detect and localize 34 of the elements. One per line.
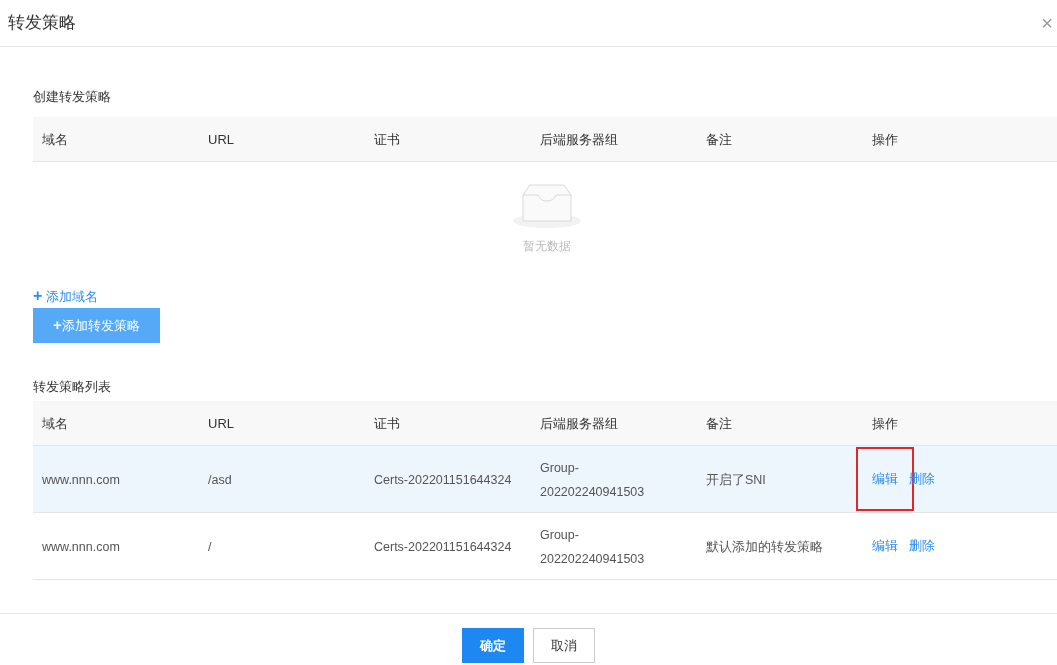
column-header: URL [208, 131, 234, 147]
add-policy-button[interactable]: +添加转发策略 [33, 307, 160, 343]
column-header: URL [208, 416, 234, 431]
dialog-title: 转发策略 [8, 12, 76, 35]
column-header: 后端服务器组 [540, 131, 618, 147]
table-cell: / [208, 540, 212, 554]
edit-link[interactable]: 编辑 [872, 536, 898, 556]
table-cell: Certs-202201151644324 [374, 540, 512, 554]
section-title: 创建转发策略 [33, 88, 112, 106]
table-cell: www.nnn.com [42, 540, 120, 554]
table-cell: Group- 202202240941503 [540, 461, 645, 499]
column-header: 证书 [374, 416, 400, 431]
confirm-button[interactable]: 确定 [462, 628, 524, 663]
empty-inbox-icon [512, 183, 582, 229]
column-header: 域名 [42, 131, 68, 147]
add-domain-link[interactable]: + 添加域名 [33, 286, 98, 306]
table-cell: 开启了SNI [706, 473, 766, 487]
table-cell: Group- 202202240941503 [540, 528, 645, 566]
table-cell: /asd [208, 473, 232, 487]
section-title: 转发策略列表 [33, 377, 112, 396]
column-header: 操作 [872, 416, 898, 431]
close-button[interactable]: × [1041, 13, 1053, 33]
column-header: 操作 [872, 131, 898, 147]
column-header: 证书 [374, 131, 400, 147]
column-header: 备注 [706, 131, 732, 147]
table-cell: 默认添加的转发策略 [706, 540, 823, 554]
delete-link[interactable]: 删除 [909, 536, 935, 556]
column-header: 备注 [706, 416, 732, 431]
table-cell: Certs-202201151644324 [374, 473, 512, 487]
column-header: 域名 [42, 416, 68, 431]
empty-text: 暂无数据 [523, 238, 571, 255]
table-cell: www.nnn.com [42, 473, 120, 487]
cancel-button[interactable]: 取消 [533, 628, 595, 663]
column-header: 后端服务器组 [540, 416, 618, 431]
